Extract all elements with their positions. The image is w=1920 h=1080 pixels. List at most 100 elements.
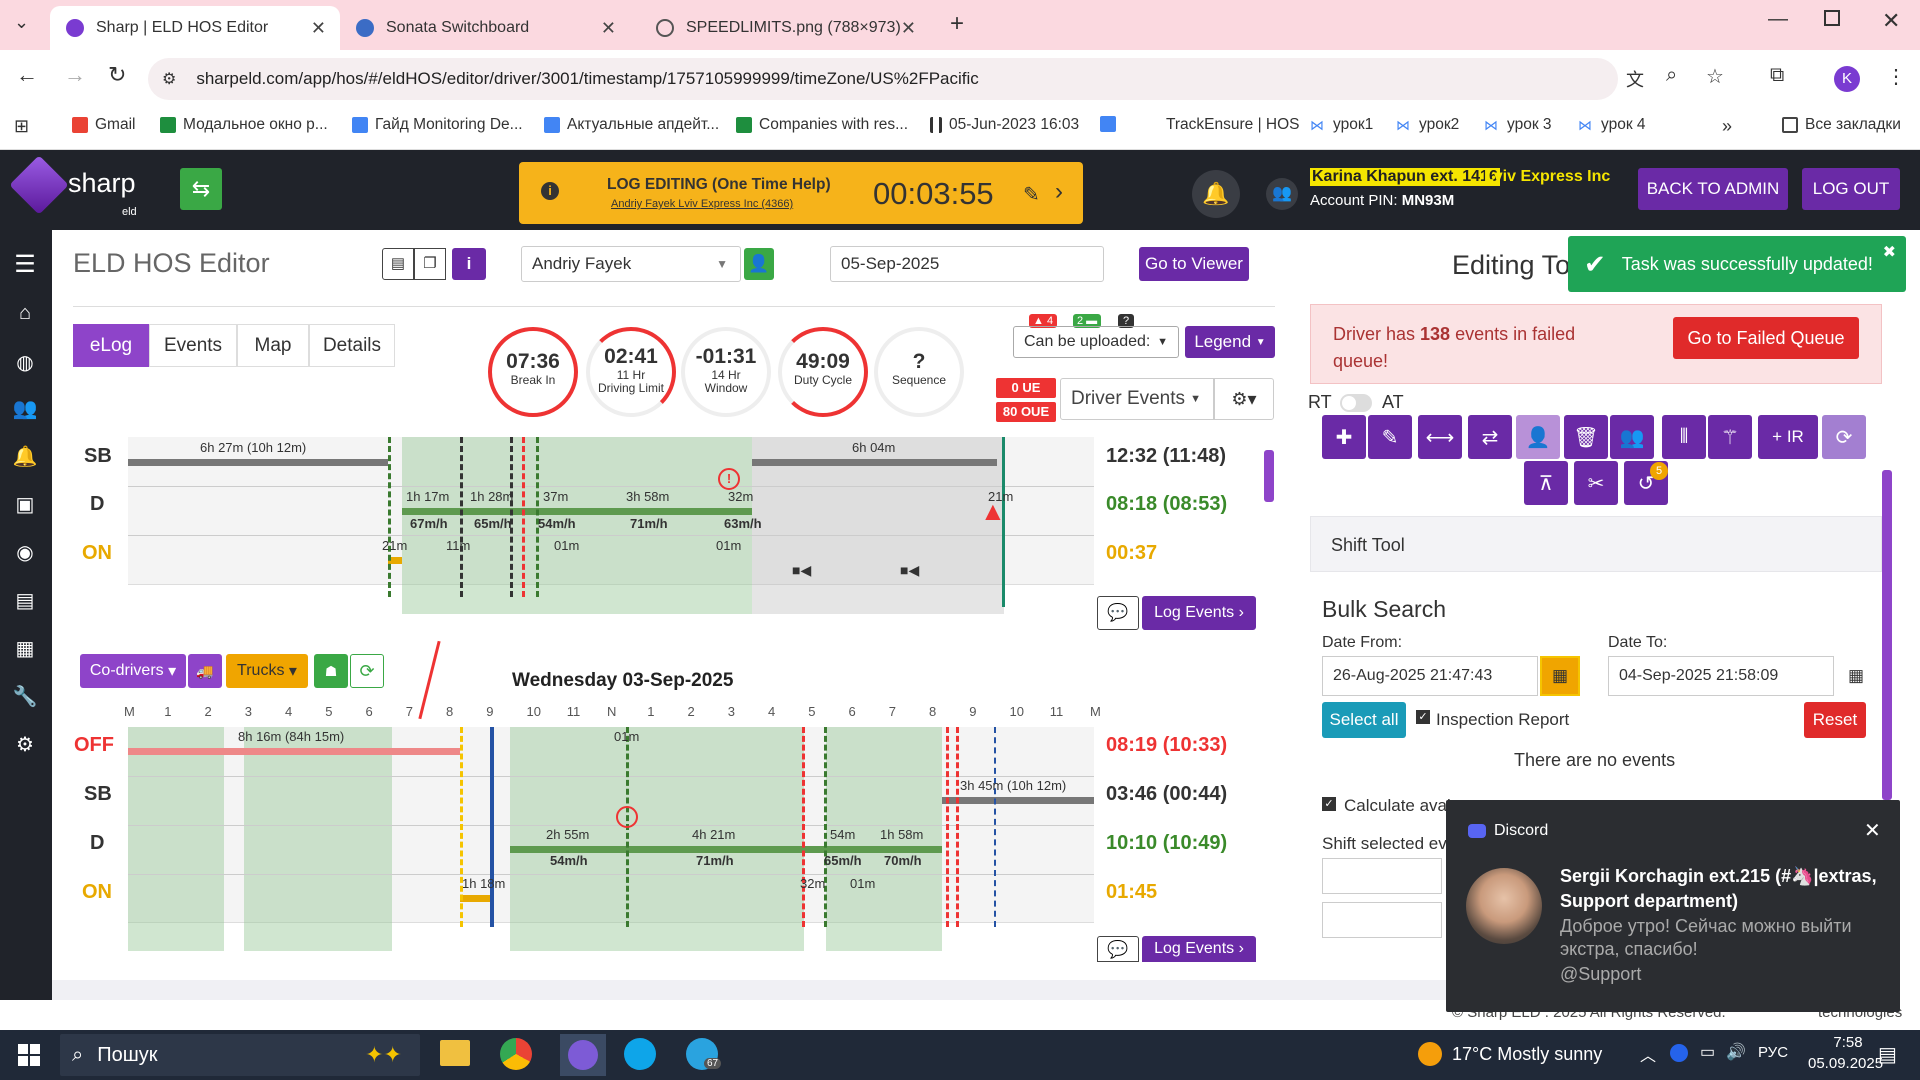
calculate-checkbox[interactable]: ✓ <box>1322 797 1336 811</box>
wrench-icon[interactable]: 🔧 <box>12 684 38 710</box>
add-ir-button[interactable]: + IR <box>1758 415 1818 459</box>
event-marker[interactable] <box>824 727 827 927</box>
refresh-icon[interactable]: ⟳ <box>1822 415 1866 459</box>
skype-icon[interactable] <box>624 1038 656 1070</box>
date-to-input[interactable]: 04-Sep-2025 21:58:09 <box>1608 656 1834 696</box>
d-segment[interactable] <box>510 846 942 853</box>
restore-icon[interactable] <box>1824 10 1840 26</box>
off-segment[interactable] <box>128 748 460 755</box>
sb-segment[interactable] <box>752 459 997 466</box>
chrome-icon[interactable] <box>500 1038 532 1070</box>
logout-button[interactable]: LOG OUT <box>1802 168 1900 210</box>
segment-duration-label: 1h 18m <box>462 876 506 891</box>
shift-input[interactable] <box>1322 858 1442 894</box>
calendar-icon[interactable]: ▦ <box>1836 656 1876 696</box>
network-icon[interactable]: ▭ <box>1700 1042 1715 1062</box>
go-to-failed-queue-button[interactable]: Go to Failed Queue <box>1673 317 1859 359</box>
calendar-icon[interactable]: ▦ <box>1540 656 1580 696</box>
select-all-button[interactable]: Select all <box>1322 702 1406 738</box>
event-marker[interactable] <box>460 437 463 597</box>
weather-sun-icon[interactable] <box>1418 1042 1442 1066</box>
on-segment[interactable] <box>460 895 492 902</box>
event-marker[interactable] <box>956 727 959 927</box>
event-marker[interactable] <box>522 437 525 597</box>
bookmark-star-icon[interactable]: ☆ <box>1706 64 1724 89</box>
clock-date[interactable]: 05.09.2025 <box>1808 1055 1883 1072</box>
violation-icon[interactable] <box>616 806 638 828</box>
discord-notification[interactable]: Discord ✕ Sergii Korchagin ext.215 (#🦄|e… <box>1446 800 1900 1012</box>
volume-icon[interactable]: 🔊 <box>1726 1042 1746 1062</box>
columns-icon[interactable]: ⦀ <box>1662 415 1706 459</box>
rt-at-toggle[interactable] <box>1340 394 1372 412</box>
taskbar-search[interactable]: ⌕ Пошук ✦✦ <box>60 1034 420 1076</box>
event-marker[interactable] <box>460 727 463 927</box>
menu-kebab-icon[interactable]: ⋮ <box>1886 64 1906 89</box>
event-marker[interactable] <box>946 727 949 927</box>
clock-time[interactable]: 7:58 <box>1820 1034 1876 1051</box>
bookmark-item[interactable]: ⋈ урок 4 <box>1578 116 1646 134</box>
translate-icon[interactable]: 文 <box>1626 66 1644 92</box>
minimize-icon[interactable]: — <box>1768 8 1788 31</box>
magic-wand-icon[interactable]: ⚚ <box>1708 415 1752 459</box>
inspection-checkbox[interactable]: ✓ <box>1416 710 1430 724</box>
language-indicator[interactable]: РУС <box>1758 1044 1788 1061</box>
event-marker[interactable] <box>994 727 996 927</box>
refresh-icon[interactable]: ⟳ <box>350 654 384 688</box>
reset-button[interactable]: Reset <box>1804 702 1866 738</box>
shift-input[interactable] <box>1322 902 1442 938</box>
event-marker[interactable] <box>802 727 805 927</box>
add-event-icon[interactable]: ✚ <box>1322 415 1366 459</box>
violation-icon[interactable]: ! <box>718 468 740 490</box>
settings-gears-icon[interactable]: ⚙ <box>12 732 38 758</box>
chevron-up-icon[interactable]: ︿ <box>1640 1042 1656 1066</box>
event-marker[interactable] <box>388 437 391 597</box>
tray-app-icon[interactable] <box>1670 1044 1688 1062</box>
active-app-slot[interactable] <box>560 1034 606 1076</box>
stretch-icon[interactable]: ⟷ <box>1418 415 1462 459</box>
user-icon[interactable]: 👤 <box>1516 415 1560 459</box>
log-events-button[interactable]: Log Events › <box>1142 596 1256 630</box>
scissors-icon[interactable]: ✂ <box>1574 461 1618 505</box>
bookmark-item[interactable]: ⋈ урок1 <box>1310 116 1373 134</box>
swap-icon[interactable]: ⇄ <box>1468 415 1512 459</box>
comment-icon[interactable]: 💬 <box>1097 936 1139 962</box>
event-marker[interactable] <box>490 727 494 927</box>
camera-icon[interactable]: ■◀ <box>792 562 811 579</box>
zoom-icon[interactable]: ⌕ <box>1666 64 1677 87</box>
file-explorer-icon[interactable] <box>440 1040 470 1066</box>
contact-card-icon[interactable]: ▦ <box>12 636 38 662</box>
close-toast-icon[interactable]: ✖ <box>1883 242 1896 262</box>
pencil-icon[interactable]: ✎ <box>1368 415 1412 459</box>
group-icon[interactable]: 👥 <box>1610 415 1654 459</box>
trucks-button[interactable]: Trucks ▾ <box>226 654 308 688</box>
align-top-icon[interactable]: ⊼ <box>1524 461 1568 505</box>
windows-start-icon[interactable] <box>18 1044 40 1066</box>
comment-icon[interactable]: 💬 <box>1097 596 1139 630</box>
more-bookmarks-icon[interactable]: » <box>1722 116 1732 137</box>
sb-segment[interactable] <box>128 459 388 466</box>
log-events-button-2[interactable]: Log Events › <box>1142 936 1256 962</box>
co-drivers-button[interactable]: Co-drivers ▾ <box>80 654 186 688</box>
notification-center-icon[interactable]: ▤ <box>1878 1042 1897 1067</box>
camera-icon[interactable]: ■◀ <box>900 562 919 579</box>
scrollbar-thumb[interactable] <box>1882 470 1892 800</box>
profile-avatar[interactable]: K <box>1834 66 1860 92</box>
all-bookmarks[interactable]: Все закладки <box>1782 116 1901 134</box>
shift-tool-header[interactable]: Shift Tool <box>1310 516 1882 572</box>
date-from-input[interactable]: 26-Aug-2025 21:47:43 <box>1322 656 1538 696</box>
sb-segment[interactable] <box>942 797 1094 804</box>
warning-triangle-icon[interactable]: ▲ <box>980 496 1006 527</box>
weather-text[interactable]: 17°C Mostly sunny <box>1452 1044 1602 1065</box>
account-pin: MN93M <box>1401 192 1455 209</box>
bookmark-item[interactable]: ⋈ урок2 <box>1396 116 1459 134</box>
bookmark-item[interactable]: ⋈ урок 3 <box>1484 116 1552 134</box>
extensions-icon[interactable]: ⧉ <box>1770 64 1784 87</box>
close-window-icon[interactable]: ✕ <box>1882 8 1900 34</box>
close-notification-icon[interactable]: ✕ <box>1864 818 1881 843</box>
trash-icon[interactable]: 🗑 <box>1564 415 1608 459</box>
truck-icon[interactable]: 🚚 <box>188 654 222 688</box>
back-to-admin-button[interactable]: BACK TO ADMIN <box>1638 168 1788 210</box>
android-icon[interactable]: ☗ <box>314 654 348 688</box>
d-segment[interactable] <box>402 508 752 515</box>
scrollbar-thumb[interactable] <box>1264 450 1274 502</box>
